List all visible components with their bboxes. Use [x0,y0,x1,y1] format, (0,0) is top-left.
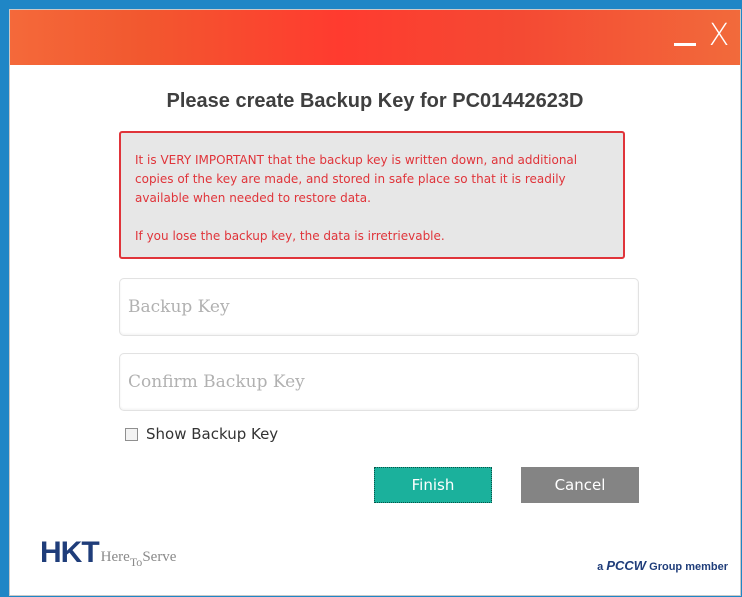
pccw-prefix: a [597,561,604,573]
warning-text: It is VERY IMPORTANT that the backup key… [135,153,578,205]
pccw-suffix: Group member [649,561,728,573]
hkt-tagline: HereToServe [100,546,177,569]
warning-box: It is VERY IMPORTANT that the backup key… [119,131,625,259]
page-title: Please create Backup Key for PC01442623D [166,90,584,112]
finish-button[interactable]: Finish [374,467,492,503]
show-backup-key-label[interactable]: Show Backup Key [146,425,278,443]
hkt-brand: HKT [40,536,100,569]
backup-key-dialog: X Please create Backup Key for PC0144262… [10,10,740,595]
warning-loss-text: If you lose the backup key, the data is … [135,229,445,243]
title-bar: X [10,10,740,65]
close-icon[interactable]: X [704,18,734,54]
confirm-backup-key-input[interactable] [120,354,638,410]
pccw-brand: PCCW [606,558,647,573]
backup-key-input[interactable] [120,279,638,335]
tagline-serve: Serve [142,549,177,565]
cancel-button[interactable]: Cancel [521,467,639,503]
show-backup-key-row: Show Backup Key [125,425,278,443]
hkt-logo: HKT HereToServe [40,536,177,570]
tagline-here: Here [100,549,130,565]
show-backup-key-checkbox[interactable] [125,427,138,441]
backup-key-field [119,278,639,336]
tagline-to: To [129,555,143,569]
confirm-backup-key-field [119,353,639,411]
window-controls: X [672,14,734,58]
minimize-icon[interactable] [672,18,698,54]
pccw-group-member: a PCCW Group member [597,558,728,573]
